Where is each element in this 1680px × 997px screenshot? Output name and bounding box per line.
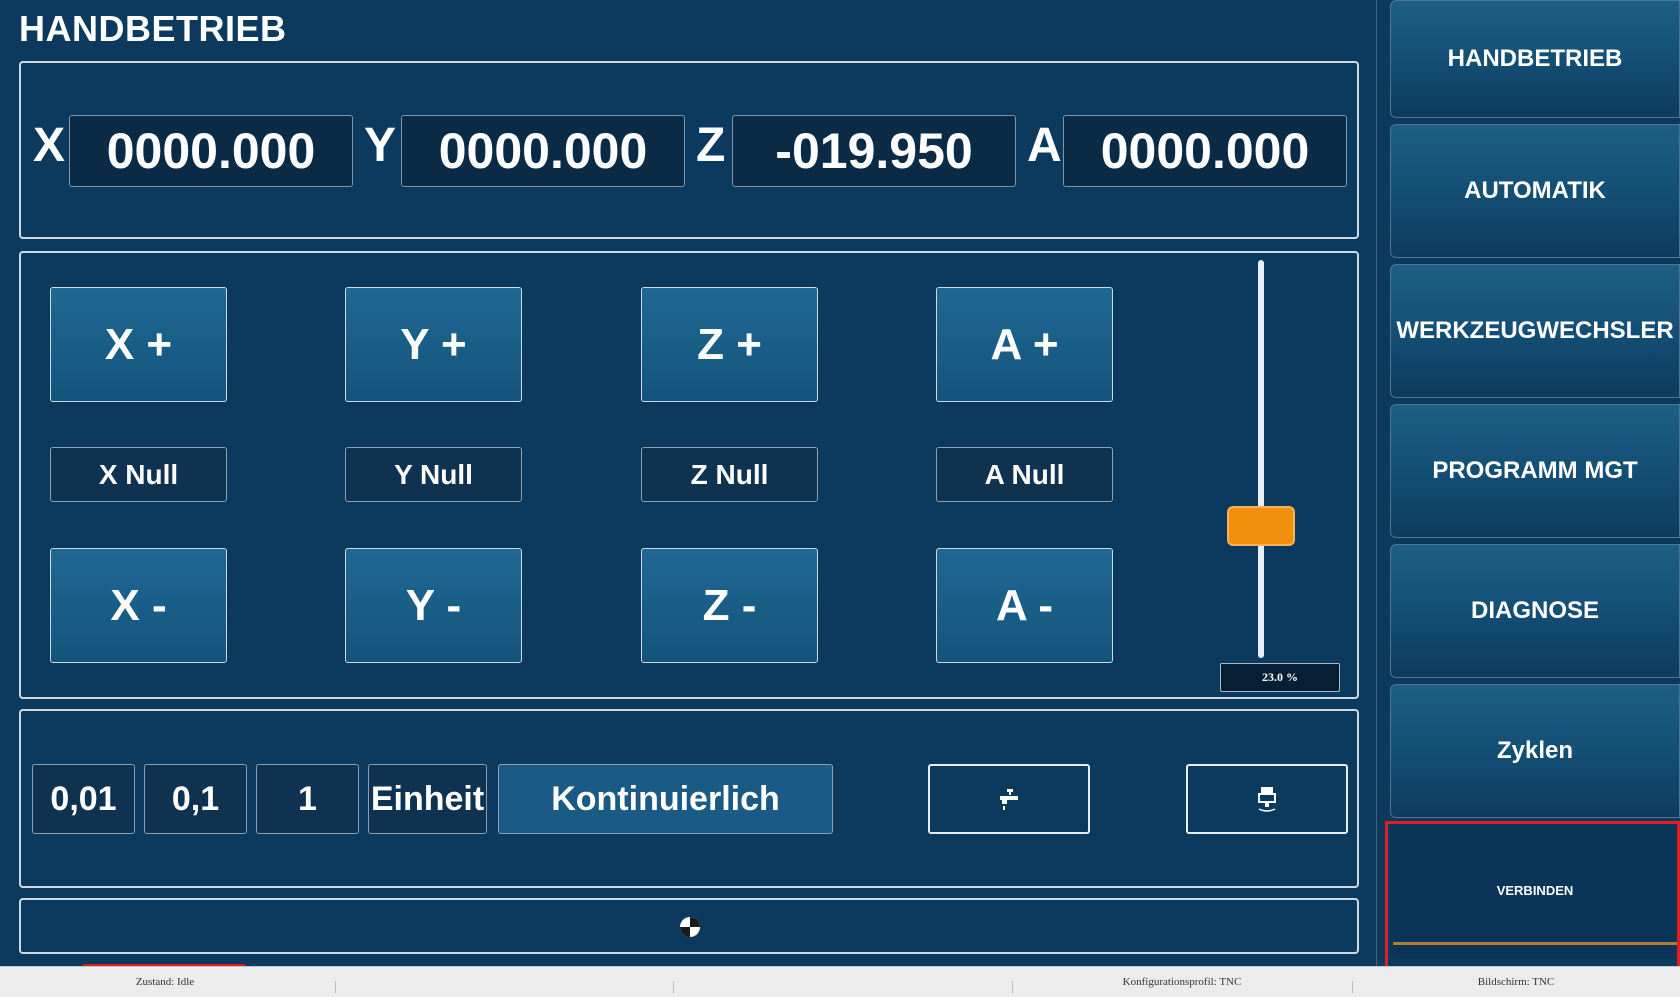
feed-override-slider-thumb[interactable] (1227, 506, 1295, 547)
activity-panel (19, 898, 1359, 954)
nav-program-management[interactable]: PROGRAMM MGT (1390, 404, 1680, 538)
jog-a-plus-button[interactable]: A + (936, 287, 1113, 402)
feed-override-slider-track[interactable] (1258, 260, 1264, 658)
step-continuous-button[interactable]: Kontinuierlich (498, 764, 833, 834)
y-null-button[interactable]: Y Null (345, 447, 522, 502)
axis-value-z: -019.950 (732, 115, 1016, 187)
nav-diagnostics[interactable]: DIAGNOSE (1390, 544, 1680, 678)
status-bar: Zustand: Idle Konfigurationsprofil: TNC … (0, 966, 1680, 997)
feed-override-value: 23.0 % (1220, 663, 1340, 692)
nav-cycles[interactable]: Zyklen (1390, 684, 1680, 818)
axis-value-x: 0000.000 (69, 115, 353, 187)
nav-manual-mode[interactable]: HANDBETRIEB (1390, 0, 1680, 118)
x-null-button[interactable]: X Null (50, 447, 227, 502)
coolant-button[interactable] (928, 764, 1090, 834)
faucet-icon (1000, 789, 1018, 810)
jog-x-plus-button[interactable]: X + (50, 287, 227, 402)
jog-y-plus-button[interactable]: Y + (345, 287, 522, 402)
jog-panel: X + Y + Z + A + X Null Y Null Z Null A N… (19, 251, 1359, 699)
status-screen: Bildschirm: TNC (1477, 976, 1555, 988)
jog-x-minus-button[interactable]: X - (50, 548, 227, 663)
step-0-1-button[interactable]: 0,1 (144, 764, 247, 834)
axis-value-a: 0000.000 (1063, 115, 1347, 187)
jog-z-minus-button[interactable]: Z - (641, 548, 818, 663)
status-config-profile: Konfigurationsprofil: TNC (1122, 976, 1242, 988)
spindle-button[interactable] (1186, 764, 1348, 834)
busy-spinner-icon (680, 917, 700, 937)
jog-y-minus-button[interactable]: Y - (345, 548, 522, 663)
step-panel: 0,01 0,1 1 Einheit Kontinuierlich (19, 709, 1359, 888)
axis-label-x: X (33, 119, 66, 172)
status-separator (335, 981, 336, 993)
status-separator (673, 981, 674, 993)
page-title: HANDBETRIEB (19, 8, 287, 49)
z-null-button[interactable]: Z Null (641, 447, 818, 502)
axis-label-a: A (1027, 119, 1062, 172)
nav-automatic[interactable]: AUTOMATIK (1390, 124, 1680, 258)
step-1-button[interactable]: 1 (256, 764, 359, 834)
status-state: Zustand: Idle (135, 976, 195, 988)
position-display-panel: X 0000.000 Y 0000.000 Z -019.950 A 0000.… (19, 61, 1359, 239)
step-0-01-button[interactable]: 0,01 (32, 764, 135, 834)
axis-value-y: 0000.000 (401, 115, 685, 187)
highlight-connect (1385, 821, 1680, 973)
axis-label-y: Y (364, 119, 397, 172)
jog-z-plus-button[interactable]: Z + (641, 287, 818, 402)
axis-label-z: Z (696, 119, 726, 172)
jog-a-minus-button[interactable]: A - (936, 548, 1113, 663)
step-unit-button[interactable]: Einheit (368, 764, 487, 834)
a-null-button[interactable]: A Null (936, 447, 1113, 502)
nav-tool-changer[interactable]: WERKZEUGWECHSLER (1390, 264, 1680, 398)
manual-mode-screen: HANDBETRIEB X 0000.000 Y 0000.000 Z -019… (0, 0, 1376, 966)
spindle-icon (1258, 787, 1276, 812)
